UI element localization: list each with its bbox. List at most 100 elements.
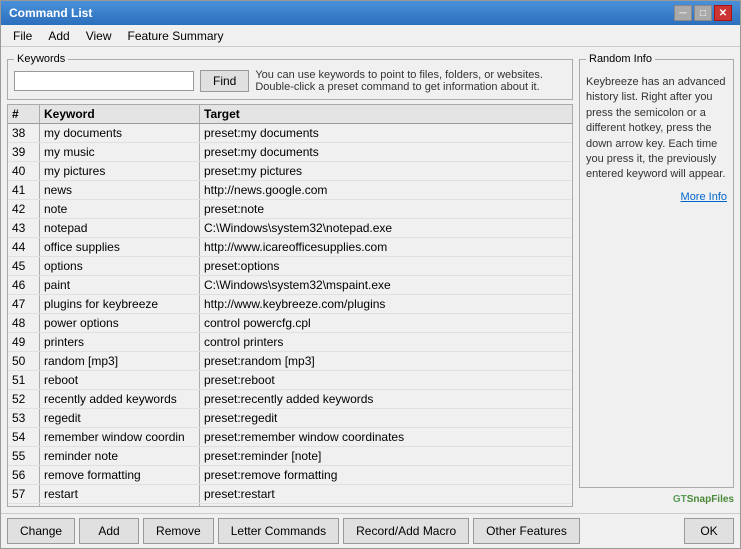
more-info-link[interactable]: More Info xyxy=(681,191,727,203)
col-header-num: # xyxy=(8,105,40,123)
table-row[interactable]: 46 paint C:\Windows\system32\mspaint.exe xyxy=(8,276,572,295)
table-header: # Keyword Target xyxy=(8,105,572,124)
row-num: 46 xyxy=(8,276,40,294)
title-bar: Command List ─ □ ✕ xyxy=(1,1,740,25)
table-row[interactable]: 44 office supplies http://www.icareoffic… xyxy=(8,238,572,257)
find-button[interactable]: Find xyxy=(200,70,249,92)
random-info-legend: Random Info xyxy=(586,53,655,65)
table-row[interactable]: 50 random [mp3] preset:random [mp3] xyxy=(8,352,572,371)
row-keyword: printers xyxy=(40,333,200,351)
change-button[interactable]: Change xyxy=(7,518,75,544)
table-row[interactable]: 41 news http://news.google.com xyxy=(8,181,572,200)
letter-commands-button[interactable]: Letter Commands xyxy=(218,518,339,544)
row-keyword: power options xyxy=(40,314,200,332)
keywords-group: Keywords Find You can use keywords to po… xyxy=(7,53,573,100)
row-num: 43 xyxy=(8,219,40,237)
maximize-button[interactable]: □ xyxy=(694,5,712,21)
row-num: 51 xyxy=(8,371,40,389)
row-num: 54 xyxy=(8,428,40,446)
row-keyword: paint xyxy=(40,276,200,294)
bottom-left-buttons: Change Add Remove Letter Commands Record… xyxy=(7,518,580,544)
row-num: 44 xyxy=(8,238,40,256)
table-row[interactable]: 47 plugins for keybreeze http://www.keyb… xyxy=(8,295,572,314)
more-info-container: More Info xyxy=(586,189,727,203)
row-target: preset:my pictures xyxy=(200,162,572,180)
row-keyword: notepad xyxy=(40,219,200,237)
table-row[interactable]: 48 power options control powercfg.cpl xyxy=(8,314,572,333)
row-target: C:\Windows\system32\notepad.exe xyxy=(200,219,572,237)
main-panel: Keywords Find You can use keywords to po… xyxy=(7,53,573,507)
table-row[interactable]: 56 remove formatting preset:remove forma… xyxy=(8,466,572,485)
row-target: preset:remember window coordinates xyxy=(200,428,572,446)
row-target: C:\Windows\system32\mspaint.exe xyxy=(200,276,572,294)
row-keyword: my music xyxy=(40,143,200,161)
close-button[interactable]: ✕ xyxy=(714,5,732,21)
table-row[interactable]: 51 reboot preset:reboot xyxy=(8,371,572,390)
table-row[interactable]: 38 my documents preset:my documents xyxy=(8,124,572,143)
row-keyword: recently added keywords xyxy=(40,390,200,408)
table-row[interactable]: 54 remember window coordin preset:rememb… xyxy=(8,428,572,447)
row-target: http://www.icareofficesupplies.com xyxy=(200,238,572,256)
row-num: 52 xyxy=(8,390,40,408)
table-row[interactable]: 57 restart preset:restart xyxy=(8,485,572,504)
menu-bar: File Add View Feature Summary xyxy=(1,25,740,47)
row-target: preset:my documents xyxy=(200,124,572,142)
snapfiles-logo: GTSnapFiles xyxy=(579,492,734,507)
table-row[interactable]: 39 my music preset:my documents xyxy=(8,143,572,162)
hint-line1: You can use keywords to point to files, … xyxy=(255,69,543,81)
row-target: preset:note xyxy=(200,200,572,218)
title-bar-controls: ─ □ ✕ xyxy=(674,5,732,21)
bottom-bar: Change Add Remove Letter Commands Record… xyxy=(1,513,740,548)
row-target: preset:recently added keywords xyxy=(200,390,572,408)
menu-file[interactable]: File xyxy=(5,27,40,44)
row-num: 38 xyxy=(8,124,40,142)
table-row[interactable]: 58 restore window [function] preset:rest… xyxy=(8,504,572,506)
minimize-button[interactable]: ─ xyxy=(674,5,692,21)
row-keyword: restart xyxy=(40,485,200,503)
row-target: preset:random [mp3] xyxy=(200,352,572,370)
content-area: Keywords Find You can use keywords to po… xyxy=(1,47,740,513)
row-keyword: my documents xyxy=(40,124,200,142)
menu-feature-summary[interactable]: Feature Summary xyxy=(120,27,232,44)
add-button[interactable]: Add xyxy=(79,518,139,544)
row-target: http://www.keybreeze.com/plugins xyxy=(200,295,572,313)
row-num: 40 xyxy=(8,162,40,180)
row-keyword: options xyxy=(40,257,200,275)
record-add-macro-button[interactable]: Record/Add Macro xyxy=(343,518,469,544)
table-row[interactable]: 42 note preset:note xyxy=(8,200,572,219)
table-row[interactable]: 40 my pictures preset:my pictures xyxy=(8,162,572,181)
menu-add[interactable]: Add xyxy=(40,27,77,44)
row-num: 39 xyxy=(8,143,40,161)
row-keyword: plugins for keybreeze xyxy=(40,295,200,313)
row-num: 45 xyxy=(8,257,40,275)
table-row[interactable]: 45 options preset:options xyxy=(8,257,572,276)
table-row[interactable]: 55 reminder note preset:reminder [note] xyxy=(8,447,572,466)
table-row[interactable]: 53 regedit preset:regedit xyxy=(8,409,572,428)
random-info-group: Random Info Keybreeze has an advanced hi… xyxy=(579,53,734,488)
row-keyword: news xyxy=(40,181,200,199)
table-row[interactable]: 49 printers control printers xyxy=(8,333,572,352)
menu-view[interactable]: View xyxy=(78,27,120,44)
row-num: 49 xyxy=(8,333,40,351)
table-row[interactable]: 52 recently added keywords preset:recent… xyxy=(8,390,572,409)
snapfiles-name: SnapFiles xyxy=(687,494,734,505)
row-num: 56 xyxy=(8,466,40,484)
table-row[interactable]: 43 notepad C:\Windows\system32\notepad.e… xyxy=(8,219,572,238)
row-target: preset:restart xyxy=(200,485,572,503)
row-keyword: remove formatting xyxy=(40,466,200,484)
table-scroll[interactable]: 38 my documents preset:my documents 39 m… xyxy=(8,124,572,506)
remove-button[interactable]: Remove xyxy=(143,518,214,544)
row-target: preset:remove formatting xyxy=(200,466,572,484)
row-num: 48 xyxy=(8,314,40,332)
row-target: preset:regedit xyxy=(200,409,572,427)
row-num: 42 xyxy=(8,200,40,218)
main-window: Command List ─ □ ✕ File Add View Feature… xyxy=(0,0,741,549)
col-header-keyword: Keyword xyxy=(40,105,200,123)
row-keyword: my pictures xyxy=(40,162,200,180)
keywords-input[interactable] xyxy=(14,71,194,91)
ok-button[interactable]: OK xyxy=(684,518,734,544)
window-title: Command List xyxy=(9,6,92,20)
other-features-button[interactable]: Other Features xyxy=(473,518,580,544)
row-target: preset:my documents xyxy=(200,143,572,161)
hint-line2: Double-click a preset command to get inf… xyxy=(255,81,539,93)
